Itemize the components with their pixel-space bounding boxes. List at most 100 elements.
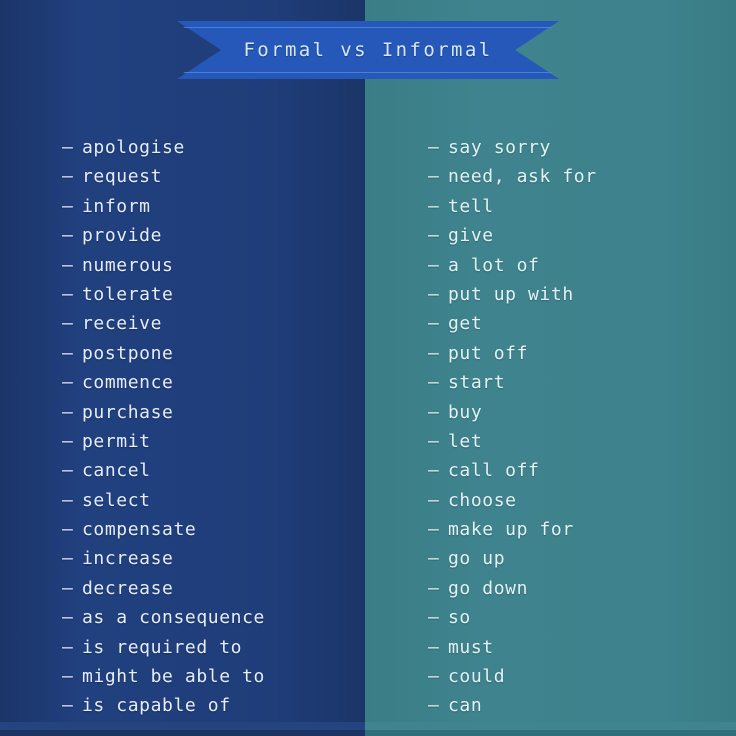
dash-bullet-icon: – <box>62 166 73 188</box>
dash-bullet-icon: – <box>428 695 439 717</box>
list-item-label: apologise <box>82 137 185 158</box>
dash-bullet-icon: – <box>62 666 73 688</box>
dash-bullet-icon: – <box>62 342 73 364</box>
list-item-label: start <box>448 372 506 394</box>
list-item: – go down <box>428 578 597 607</box>
list-item: – start <box>428 372 597 401</box>
footer-strip-left <box>0 730 365 736</box>
list-item-label: request <box>82 166 163 188</box>
list-item: – put up with <box>428 284 597 313</box>
dash-bullet-icon: – <box>428 225 439 247</box>
dash-bullet-icon: – <box>62 548 73 570</box>
list-item: – is capable of <box>62 695 265 724</box>
formal-word-list: – apologise – request – inform – provide – numero… <box>62 137 265 725</box>
list-item: – need, ask for <box>428 166 597 195</box>
list-item-label: choose <box>448 489 517 511</box>
list-item: – let <box>428 431 597 460</box>
list-item-label: so <box>448 607 471 629</box>
list-item: – increase <box>62 548 265 577</box>
dash-bullet-icon: – <box>62 313 73 335</box>
list-item-label: receive <box>82 313 163 335</box>
dash-bullet-icon: – <box>62 607 73 629</box>
list-item-label: purchase <box>82 401 174 423</box>
list-item: – cancel <box>62 460 265 489</box>
list-item-label: provide <box>82 225 163 247</box>
informal-word-list: – say sorry – need, ask for – tell – give – a lot… <box>428 137 597 725</box>
dash-bullet-icon: – <box>62 225 73 247</box>
list-item-label: make up for <box>448 519 574 541</box>
list-item-label: is capable of <box>82 695 231 717</box>
list-item: – tolerate <box>62 284 265 313</box>
list-item-label: cancel <box>82 460 151 482</box>
list-item-label: is required to <box>82 636 243 658</box>
dash-bullet-icon: – <box>428 519 439 541</box>
list-item-label: as a consequence <box>82 607 265 629</box>
dash-bullet-icon: – <box>62 372 73 394</box>
list-item: – provide <box>62 225 265 254</box>
dash-bullet-icon: – <box>428 283 439 305</box>
page-title: Formal vs Informal <box>243 39 493 61</box>
dash-bullet-icon: – <box>62 489 73 511</box>
list-item-label: numerous <box>82 254 174 276</box>
list-item: – could <box>428 666 597 695</box>
list-item-label: postpone <box>82 342 174 364</box>
dash-bullet-icon: – <box>428 636 439 658</box>
list-item-label: buy <box>448 401 483 423</box>
list-item: – so <box>428 607 597 636</box>
list-item: – can <box>428 695 597 724</box>
list-item-label: could <box>448 666 506 688</box>
list-item-label: must <box>448 636 494 658</box>
list-item: – give <box>428 225 597 254</box>
list-item: – apologise <box>62 137 265 166</box>
list-item: – inform <box>62 196 265 225</box>
list-item-label: let <box>448 430 483 452</box>
list-item-label: can <box>448 695 483 717</box>
list-item: – purchase <box>62 402 265 431</box>
list-item: – go up <box>428 548 597 577</box>
dash-bullet-icon: – <box>428 430 439 452</box>
list-item-label: might be able to <box>82 666 265 688</box>
dash-bullet-icon: – <box>428 166 439 188</box>
list-item-label: put off <box>448 342 529 364</box>
list-item: – compensate <box>62 519 265 548</box>
dash-bullet-icon: – <box>428 577 439 599</box>
dash-bullet-icon: – <box>62 254 73 276</box>
dash-bullet-icon: – <box>428 195 439 217</box>
list-item: – put off <box>428 343 597 372</box>
dash-bullet-icon: – <box>62 636 73 658</box>
list-item: – must <box>428 637 597 666</box>
list-item-label: increase <box>82 548 174 570</box>
dash-bullet-icon: – <box>428 401 439 423</box>
dash-bullet-icon: – <box>428 137 439 158</box>
list-item-label: a lot of <box>448 254 540 276</box>
dash-bullet-icon: – <box>62 577 73 599</box>
formal-informal-vocabulary-card: Formal vs Informal – apologise – request – in… <box>0 0 736 736</box>
list-item-label: compensate <box>82 519 197 541</box>
list-item: – request <box>62 166 265 195</box>
dash-bullet-icon: – <box>428 666 439 688</box>
dash-bullet-icon: – <box>62 195 73 217</box>
dash-bullet-icon: – <box>428 342 439 364</box>
list-item-label: go down <box>448 577 529 599</box>
list-item-label: tolerate <box>82 283 174 305</box>
dash-bullet-icon: – <box>428 460 439 482</box>
dash-bullet-icon: – <box>62 430 73 452</box>
dash-bullet-icon: – <box>62 460 73 482</box>
list-item-label: need, ask for <box>448 166 597 188</box>
list-item-label: tell <box>448 195 494 217</box>
list-item: – choose <box>428 490 597 519</box>
list-item-label: select <box>82 489 151 511</box>
list-item: – make up for <box>428 519 597 548</box>
dash-bullet-icon: – <box>428 548 439 570</box>
list-item-label: call off <box>448 460 540 482</box>
list-item: – a lot of <box>428 255 597 284</box>
list-item-label: inform <box>82 195 151 217</box>
title-ribbon: Formal vs Informal <box>177 21 559 79</box>
list-item: – permit <box>62 431 265 460</box>
dash-bullet-icon: – <box>62 695 73 717</box>
list-item: – commence <box>62 372 265 401</box>
dash-bullet-icon: – <box>428 607 439 629</box>
list-item: – select <box>62 490 265 519</box>
dash-bullet-icon: – <box>428 372 439 394</box>
footer-strip-right <box>365 730 736 736</box>
